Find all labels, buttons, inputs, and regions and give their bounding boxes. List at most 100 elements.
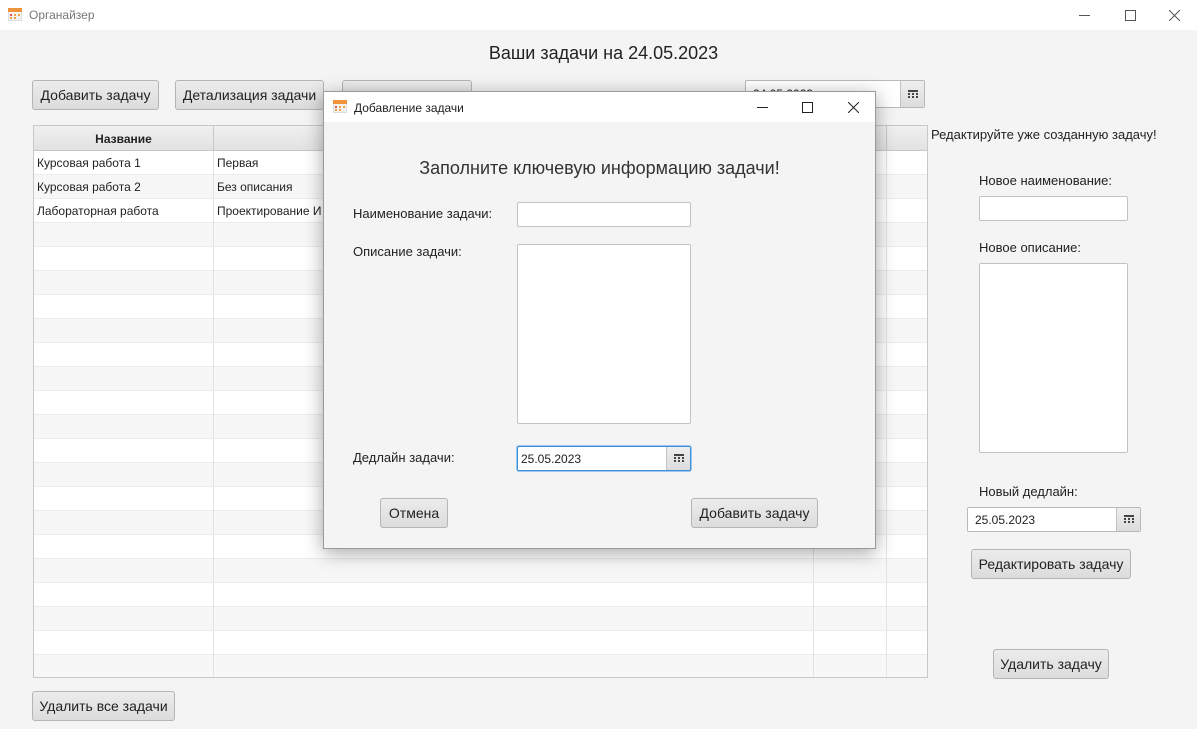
table-cell <box>34 463 214 487</box>
table-cell <box>34 343 214 367</box>
new-description-label: Новое описание: <box>979 240 1081 255</box>
add-task-button[interactable]: Добавить задачу <box>32 80 159 110</box>
table-cell <box>887 367 927 391</box>
table-cell <box>34 439 214 463</box>
dialog-heading: Заполните ключевую информацию задачи! <box>419 158 780 178</box>
edit-panel-heading: Редактируйте уже созданную задачу! <box>931 127 1157 142</box>
window-titlebar <box>0 0 1197 30</box>
table-cell <box>34 559 214 583</box>
table-cell <box>34 295 214 319</box>
cancel-button[interactable]: Отмена <box>380 498 448 528</box>
table-cell: Курсовая работа 1 <box>34 151 214 175</box>
table-cell <box>887 175 927 199</box>
table-cell <box>887 247 927 271</box>
new-deadline-value: 25.05.2023 <box>975 513 1036 527</box>
table-cell <box>887 415 927 439</box>
delete-task-button[interactable]: Удалить задачу <box>993 649 1109 679</box>
table-cell <box>887 151 927 175</box>
table-cell <box>887 271 927 295</box>
column-header-4[interactable] <box>887 126 927 151</box>
calendar-grid-icon[interactable] <box>666 447 690 470</box>
new-deadline-picker[interactable]: 25.05.2023 <box>967 507 1141 532</box>
table-cell <box>34 535 214 559</box>
task-name-label: Наименование задачи: <box>353 206 493 221</box>
table-cell <box>214 607 814 631</box>
column-header-name[interactable]: Название <box>34 126 214 151</box>
table-cell <box>887 535 927 559</box>
table-cell <box>887 391 927 415</box>
new-name-label: Новое наименование: <box>979 173 1112 188</box>
task-description-textarea[interactable] <box>517 244 691 424</box>
new-deadline-label: Новый дедлайн: <box>979 484 1078 499</box>
calendar-icon <box>8 8 22 21</box>
task-description-label: Описание задачи: <box>353 244 462 259</box>
table-cell <box>214 583 814 607</box>
delete-all-tasks-button[interactable]: Удалить все задачи <box>32 691 175 721</box>
table-cell <box>214 631 814 655</box>
edit-task-button[interactable]: Редактировать задачу <box>971 549 1131 579</box>
table-cell <box>214 559 814 583</box>
task-deadline-value: 25.05.2023 <box>521 452 582 466</box>
add-task-dialog: Добавление задачи Заполните ключевую инф… <box>323 91 876 549</box>
table-cell <box>34 367 214 391</box>
table-cell <box>814 607 887 631</box>
table-cell <box>887 463 927 487</box>
task-deadline-picker[interactable]: 25.05.2023 <box>517 446 691 471</box>
table-cell <box>814 655 887 677</box>
task-details-button[interactable]: Детализация задачи <box>175 80 324 110</box>
table-cell <box>814 631 887 655</box>
table-cell <box>887 559 927 583</box>
calendar-grid-icon[interactable] <box>900 81 924 107</box>
close-icon[interactable] <box>830 92 876 122</box>
table-cell <box>887 439 927 463</box>
minimize-icon[interactable] <box>1061 0 1107 30</box>
table-cell <box>34 223 214 247</box>
table-cell <box>34 631 214 655</box>
dialog-title: Добавление задачи <box>354 101 464 115</box>
new-name-input[interactable] <box>979 196 1128 221</box>
table-cell <box>887 319 927 343</box>
table-row[interactable] <box>34 607 927 631</box>
table-cell <box>887 199 927 223</box>
maximize-icon[interactable] <box>1107 0 1153 30</box>
calendar-grid-icon[interactable] <box>1116 508 1140 531</box>
calendar-icon <box>333 100 347 113</box>
table-row[interactable] <box>34 655 927 677</box>
dialog-add-task-button[interactable]: Добавить задачу <box>691 498 818 528</box>
table-cell <box>814 559 887 583</box>
table-cell <box>887 487 927 511</box>
table-cell <box>887 655 927 677</box>
table-cell <box>887 295 927 319</box>
new-description-textarea[interactable] <box>979 263 1128 453</box>
table-cell <box>887 607 927 631</box>
table-row[interactable] <box>34 559 927 583</box>
maximize-icon[interactable] <box>784 92 830 122</box>
table-cell <box>34 319 214 343</box>
table-cell <box>34 391 214 415</box>
table-cell <box>887 583 927 607</box>
window-title: Органайзер <box>29 8 95 22</box>
table-cell <box>887 511 927 535</box>
table-cell <box>814 583 887 607</box>
table-cell <box>887 631 927 655</box>
table-cell <box>34 247 214 271</box>
task-deadline-label: Дедлайн задачи: <box>353 450 455 465</box>
table-cell <box>34 655 214 677</box>
table-cell <box>887 343 927 367</box>
table-cell <box>34 511 214 535</box>
table-cell: Курсовая работа 2 <box>34 175 214 199</box>
table-row[interactable] <box>34 583 927 607</box>
table-cell: Лабораторная работа <box>34 199 214 223</box>
table-cell <box>34 415 214 439</box>
table-row[interactable] <box>34 631 927 655</box>
close-icon[interactable] <box>1151 0 1197 30</box>
table-cell <box>34 271 214 295</box>
table-cell <box>214 655 814 677</box>
table-cell <box>887 223 927 247</box>
table-cell <box>34 487 214 511</box>
table-cell <box>34 607 214 631</box>
minimize-icon[interactable] <box>739 92 785 122</box>
page-title: Ваши задачи на 24.05.2023 <box>488 43 719 63</box>
task-name-input[interactable] <box>517 202 691 227</box>
table-cell <box>34 583 214 607</box>
